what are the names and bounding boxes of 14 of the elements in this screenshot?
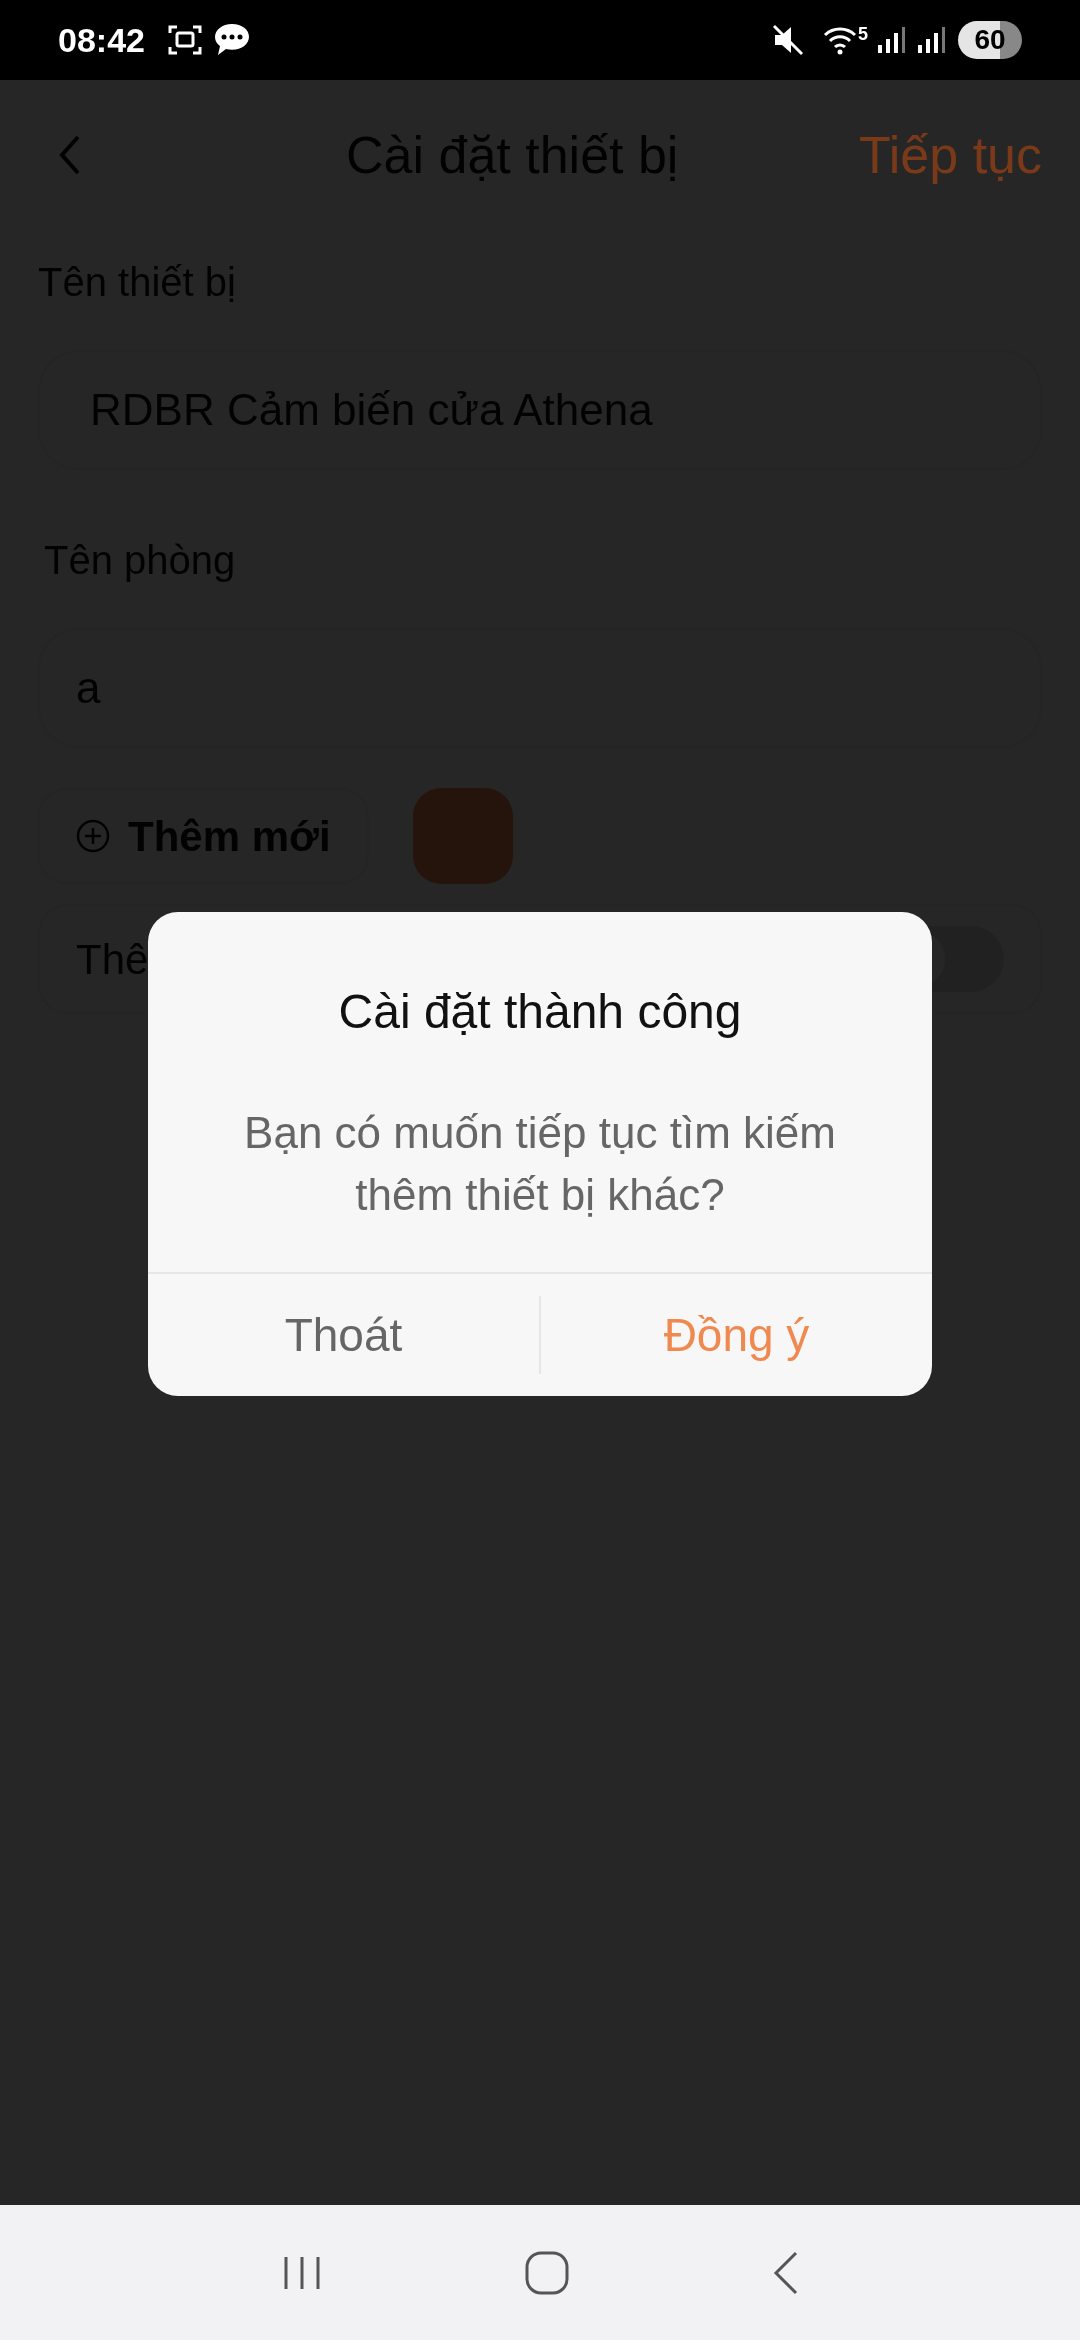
continue-button[interactable]: Tiếp tục: [858, 116, 1042, 194]
dialog-title: Cài đặt thành công: [338, 984, 742, 1040]
signal-icon: [916, 25, 946, 55]
wifi-icon: [823, 25, 857, 55]
mute-icon: [771, 23, 805, 57]
status-time: 08:42: [58, 19, 145, 61]
confirm-button[interactable]: Đồng ý: [539, 1296, 932, 1374]
signal-icon: [876, 25, 906, 55]
battery-indicator: 60: [958, 21, 1022, 59]
dialog-message: Bạn có muốn tiếp tục tìm kiếm thêm thiết bị khác?: [243, 1107, 837, 1221]
screenshot-icon: [166, 23, 203, 57]
chat-icon: [212, 22, 251, 58]
cancel-button[interactable]: Thoát: [148, 1274, 539, 1396]
network-type: 5: [858, 25, 868, 43]
